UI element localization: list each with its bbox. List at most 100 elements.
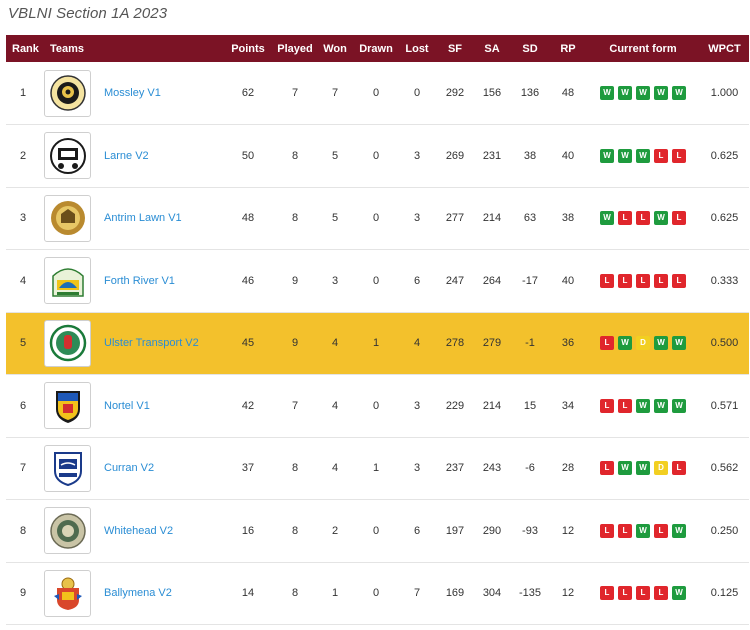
- header-wpct[interactable]: WPCT: [700, 35, 749, 62]
- team-link[interactable]: Curran V2: [104, 462, 154, 474]
- form-badge[interactable]: W: [636, 523, 650, 538]
- team-link[interactable]: Ulster Transport V2: [104, 337, 199, 349]
- nortel-logo[interactable]: [44, 382, 91, 430]
- team-link[interactable]: Larne V2: [104, 150, 149, 162]
- team-link[interactable]: Antrim Lawn V1: [104, 212, 182, 224]
- team-link[interactable]: Whitehead V2: [104, 525, 173, 537]
- team-link[interactable]: Mossley V1: [104, 87, 161, 99]
- whitehead-logo[interactable]: [44, 507, 91, 555]
- form-badge[interactable]: W: [654, 86, 668, 100]
- form-badge[interactable]: W: [600, 148, 614, 163]
- form-cell: LWWDL: [586, 437, 700, 500]
- drawn-cell: 0: [372, 212, 380, 225]
- header-drawn[interactable]: Drawn: [354, 35, 398, 62]
- form-badge[interactable]: W: [636, 461, 650, 476]
- form-badge[interactable]: W: [654, 211, 668, 226]
- won-cell: 4: [331, 399, 339, 412]
- sf-cell: 278: [445, 337, 465, 350]
- played-cell: 8: [291, 524, 299, 537]
- form-badge[interactable]: W: [654, 398, 668, 413]
- header-sa[interactable]: SA: [474, 35, 510, 62]
- form-badge[interactable]: W: [672, 336, 686, 351]
- form-badge[interactable]: L: [636, 273, 650, 288]
- table-row: 7 Curran V2 37 8 4 1 3 237 243 -6 28 L W W D L 0.562: [6, 437, 749, 500]
- form-badge[interactable]: W: [672, 523, 686, 538]
- form-badge[interactable]: W: [636, 86, 650, 100]
- form-badge[interactable]: L: [672, 273, 686, 288]
- team-link[interactable]: Ballymena V2: [104, 587, 172, 599]
- header-sd[interactable]: SD: [510, 35, 550, 62]
- form-badge[interactable]: D: [654, 461, 668, 476]
- form-badge[interactable]: D: [636, 336, 650, 351]
- curran-logo[interactable]: [44, 444, 91, 492]
- form-badge[interactable]: L: [618, 211, 632, 226]
- header-rp[interactable]: RP: [550, 35, 586, 62]
- ballymena-logo[interactable]: [44, 569, 91, 617]
- sd-cell: 15: [523, 399, 537, 412]
- form-badge[interactable]: W: [672, 398, 686, 413]
- form-badge[interactable]: L: [654, 586, 668, 601]
- form-badge[interactable]: W: [636, 398, 650, 413]
- form-badges: WWWLL: [586, 148, 700, 163]
- form-badge[interactable]: L: [600, 336, 614, 351]
- form-badge[interactable]: L: [618, 523, 632, 538]
- forth-river-logo[interactable]: [44, 257, 91, 305]
- form-badge[interactable]: L: [618, 273, 632, 288]
- form-badge[interactable]: W: [672, 586, 686, 601]
- form-badge[interactable]: L: [636, 586, 650, 601]
- form-badge[interactable]: L: [600, 461, 614, 476]
- table-body: 1 Mossley V1 62 7 7 0 0 292 156 136 48 W W W W W 1.000 2 L…: [6, 62, 749, 625]
- form-badge[interactable]: L: [618, 586, 632, 601]
- mossley-logo[interactable]: [44, 69, 91, 117]
- header-sf[interactable]: SF: [436, 35, 474, 62]
- team-link[interactable]: Forth River V1: [104, 275, 175, 287]
- form-badge[interactable]: W: [600, 211, 614, 226]
- form-badge[interactable]: W: [600, 86, 614, 100]
- form-badge[interactable]: L: [600, 523, 614, 538]
- header-played[interactable]: Played: [274, 35, 316, 62]
- header-points[interactable]: Points: [222, 35, 274, 62]
- form-badge[interactable]: L: [672, 461, 686, 476]
- points-cell: 45: [241, 337, 255, 350]
- form-cell: LLWWW: [586, 375, 700, 438]
- rp-cell: 38: [561, 212, 575, 225]
- form-badge[interactable]: L: [672, 211, 686, 226]
- form-badge[interactable]: L: [654, 523, 668, 538]
- wpct-cell: 1.000: [710, 87, 739, 99]
- sf-cell: 169: [445, 587, 465, 600]
- larne-logo[interactable]: [44, 132, 91, 180]
- form-badge[interactable]: L: [600, 398, 614, 413]
- form-badge[interactable]: W: [654, 336, 668, 351]
- header-won[interactable]: Won: [316, 35, 354, 62]
- form-badge[interactable]: L: [654, 148, 668, 163]
- form-badge[interactable]: W: [618, 336, 632, 351]
- played-cell: 7: [291, 399, 299, 412]
- lost-cell: 3: [413, 399, 421, 412]
- sa-cell: 290: [482, 524, 502, 537]
- rank-cell: 3: [20, 212, 27, 225]
- team-link[interactable]: Nortel V1: [104, 400, 150, 412]
- form-badge[interactable]: L: [654, 273, 668, 288]
- form-badge[interactable]: W: [636, 148, 650, 163]
- form-badge[interactable]: L: [672, 148, 686, 163]
- won-cell: 2: [331, 524, 339, 537]
- form-badge[interactable]: L: [618, 398, 632, 413]
- drawn-cell: 0: [372, 524, 380, 537]
- ulster-transport-logo[interactable]: [44, 319, 91, 367]
- team-cell: Antrim Lawn V1: [44, 187, 222, 250]
- form-badge[interactable]: W: [618, 86, 632, 100]
- team-wrap: Nortel V1: [44, 382, 222, 430]
- form-badge[interactable]: L: [600, 586, 614, 601]
- header-lost[interactable]: Lost: [398, 35, 436, 62]
- form-badge[interactable]: W: [618, 461, 632, 476]
- header-rank[interactable]: Rank: [6, 35, 44, 62]
- points-cell: 37: [241, 462, 255, 475]
- antrim-lawn-logo[interactable]: [44, 194, 91, 242]
- form-badge[interactable]: L: [636, 211, 650, 226]
- form-badge[interactable]: W: [618, 148, 632, 163]
- form-badge[interactable]: L: [600, 273, 614, 288]
- sa-cell: 231: [482, 149, 502, 162]
- form-badge[interactable]: W: [672, 86, 686, 100]
- form-cell: WWWLL: [586, 125, 700, 188]
- header-teams[interactable]: Teams: [44, 35, 222, 62]
